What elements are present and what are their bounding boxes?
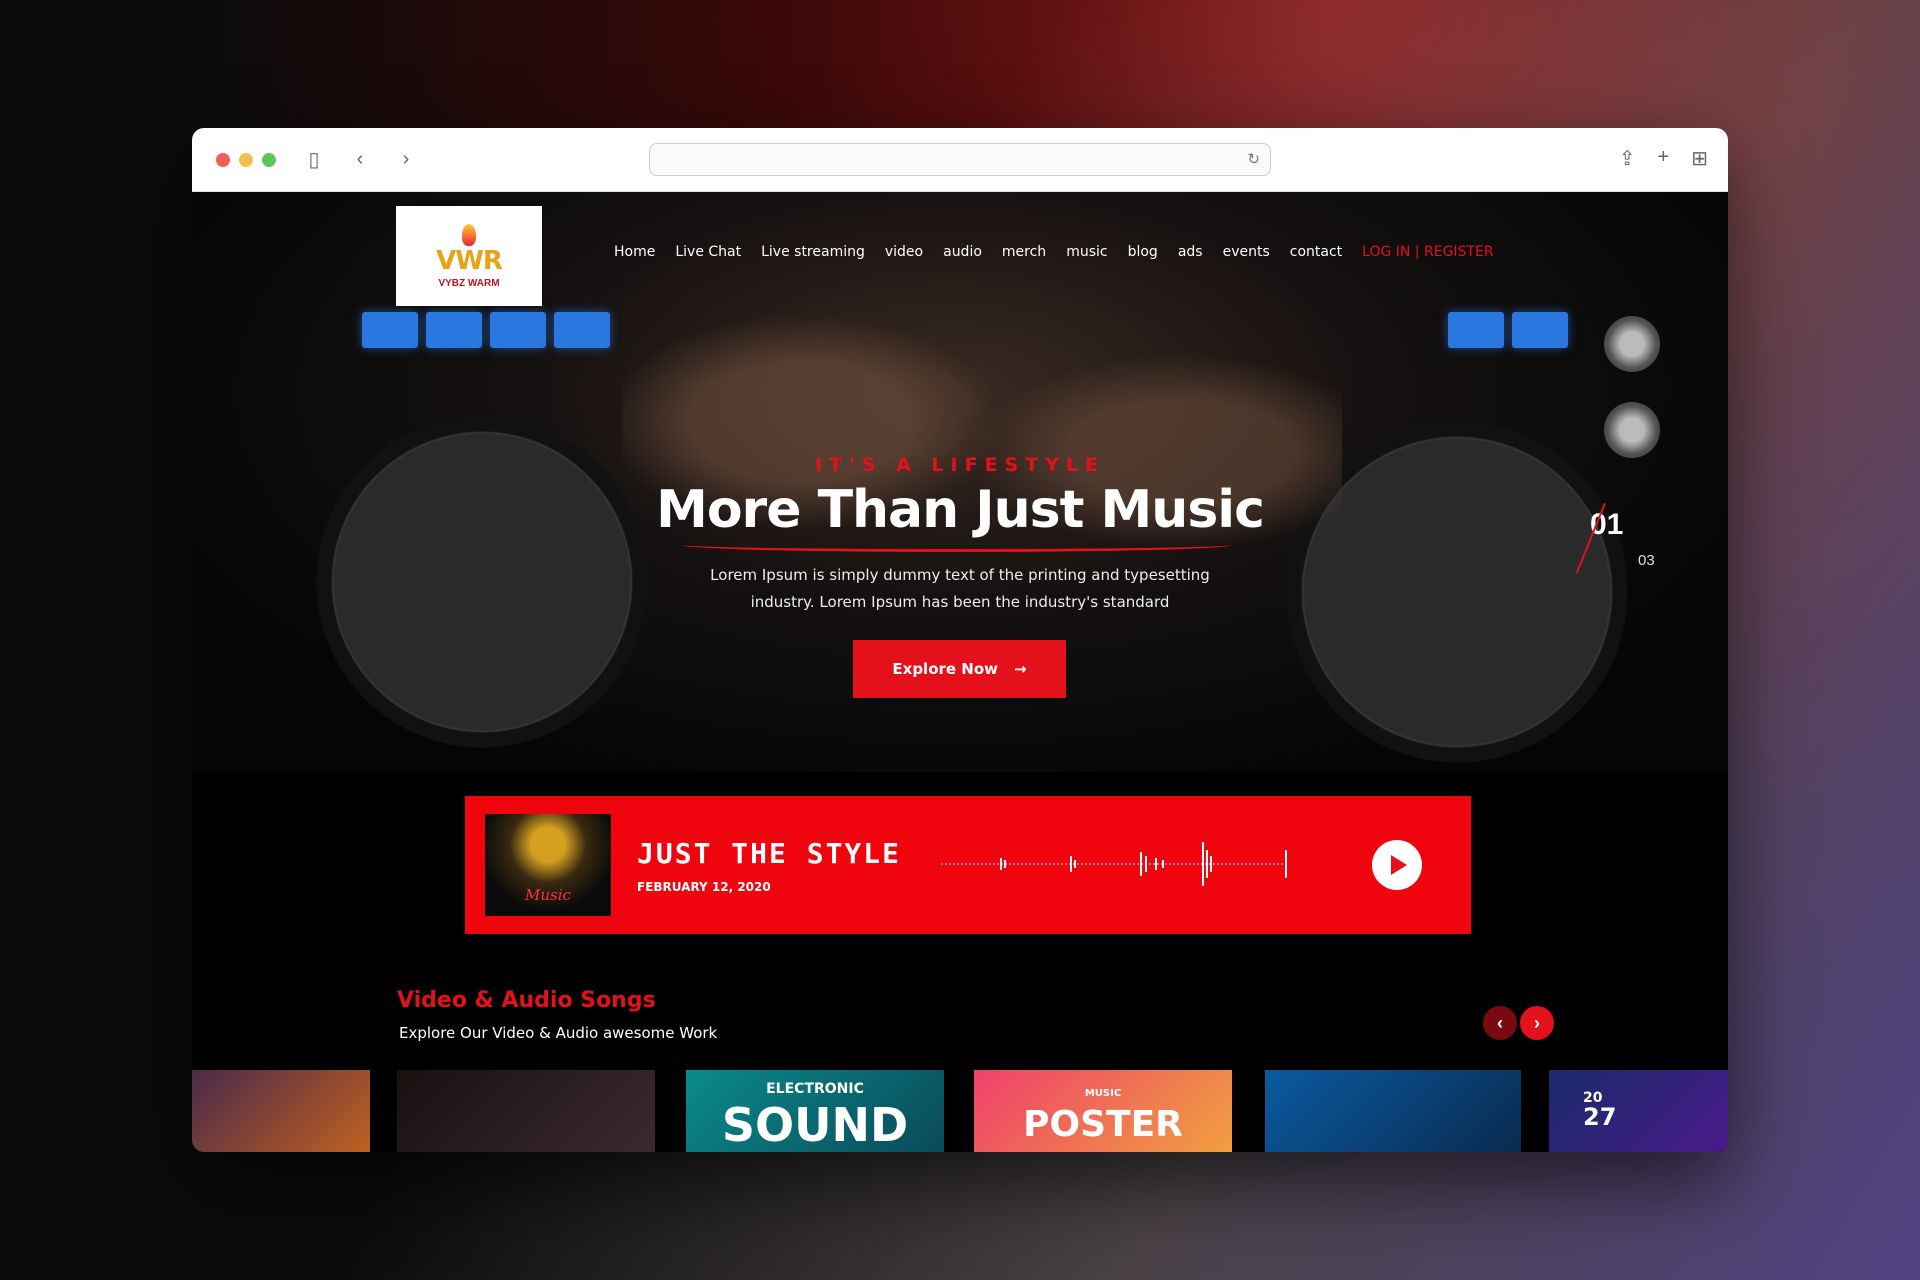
nav-blog[interactable]: blog	[1128, 244, 1158, 260]
slide-total: 03	[1638, 552, 1655, 569]
deck-pad	[362, 312, 418, 348]
audio-player: Music JUST THE STYLE FEBRUARY 12, 2020	[465, 796, 1471, 934]
nav-events[interactable]: events	[1223, 244, 1270, 260]
deck-pad	[1512, 312, 1568, 348]
tab-overview-icon[interactable]: ⊞	[1691, 146, 1708, 171]
left-platter	[332, 432, 632, 732]
arrow-right-icon: →	[1014, 660, 1027, 678]
window-controls	[216, 152, 276, 167]
nav-live-streaming[interactable]: Live streaming	[761, 244, 865, 260]
album-cover: Music	[485, 814, 611, 916]
title-underline	[682, 538, 1232, 552]
close-button[interactable]	[216, 152, 230, 167]
explore-now-label: Explore Now	[892, 660, 999, 678]
section-title: Video & Audio Songs	[397, 988, 656, 1013]
share-icon[interactable]: ⇪	[1619, 146, 1636, 171]
card-label: POSTER	[1023, 1104, 1183, 1145]
minimize-button[interactable]	[239, 152, 253, 167]
media-carousel: ELECTRONIC SOUND MUSIC POSTER 20 27	[192, 1070, 1728, 1152]
explore-now-button[interactable]: Explore Now →	[853, 640, 1066, 698]
new-tab-icon[interactable]: +	[1658, 146, 1670, 171]
deck-pad	[1448, 312, 1504, 348]
reload-icon[interactable]: ↻	[1247, 150, 1260, 168]
nav-video[interactable]: video	[885, 244, 923, 260]
media-card[interactable]	[1265, 1070, 1521, 1152]
waveform[interactable]	[941, 836, 1287, 892]
cover-text: Music	[525, 886, 571, 904]
media-card[interactable]	[192, 1070, 370, 1152]
browser-toolbar: ▯ ‹ › ↻ ⇪ + ⊞	[192, 128, 1728, 192]
sidebar-icon[interactable]: ▯	[300, 146, 328, 174]
browser-window: ▯ ‹ › ↻ ⇪ + ⊞ VWR VYBZ WARM Home Live Ch…	[192, 128, 1728, 1152]
address-bar[interactable]: ↻	[649, 143, 1271, 176]
carousel-next-button[interactable]: ›	[1520, 1006, 1554, 1040]
chevron-right-icon: ›	[1534, 1012, 1540, 1033]
nav-home[interactable]: Home	[614, 244, 655, 260]
media-card[interactable]: ELECTRONIC SOUND	[686, 1070, 944, 1152]
card-label: SOUND	[721, 1098, 909, 1152]
nav-audio[interactable]: audio	[943, 244, 982, 260]
nav-contact[interactable]: contact	[1290, 244, 1342, 260]
back-icon[interactable]: ‹	[346, 146, 374, 174]
carousel-prev-button[interactable]: ‹	[1483, 1006, 1517, 1040]
web-page: VWR VYBZ WARM Home Live Chat Live stream…	[192, 192, 1728, 1152]
card-sublabel: MUSIC	[1084, 1088, 1122, 1099]
play-icon	[1391, 855, 1407, 875]
hero-title: More Than Just Music	[656, 480, 1265, 540]
login-register-link[interactable]: LOG IN | REGISTER	[1362, 244, 1493, 260]
nav-music[interactable]: music	[1066, 244, 1107, 260]
nav-merch[interactable]: merch	[1002, 244, 1046, 260]
deck-knob	[1604, 402, 1660, 458]
section-subtitle: Explore Our Video & Audio awesome Work	[399, 1024, 718, 1042]
logo-mark: VWR	[436, 245, 503, 276]
site-logo[interactable]: VWR VYBZ WARM	[396, 206, 542, 306]
play-button[interactable]	[1372, 840, 1422, 890]
dj-hands-image	[622, 192, 1342, 712]
card-sublabel: ELECTRONIC	[766, 1081, 864, 1097]
flame-icon	[462, 223, 476, 246]
track-title: JUST THE STYLE	[637, 836, 902, 870]
media-card[interactable]: 20 27	[1549, 1070, 1728, 1152]
nav-ads[interactable]: ads	[1178, 244, 1203, 260]
track-info: JUST THE STYLE FEBRUARY 12, 2020	[637, 837, 901, 894]
chevron-left-icon: ‹	[1497, 1012, 1503, 1033]
card-label: 27	[1583, 1103, 1617, 1131]
maximize-button[interactable]	[262, 152, 276, 167]
nav-live-chat[interactable]: Live Chat	[675, 244, 741, 260]
hero-tagline: IT'S A LIFESTYLE	[814, 454, 1106, 476]
toolbar-actions: ⇪ + ⊞	[1619, 146, 1708, 171]
logo-text: VYBZ WARM	[438, 277, 500, 289]
forward-icon[interactable]: ›	[392, 146, 420, 174]
media-card[interactable]	[397, 1070, 655, 1152]
deck-knob	[1604, 316, 1660, 372]
media-card[interactable]: MUSIC POSTER	[974, 1070, 1232, 1152]
hero-banner: VWR VYBZ WARM Home Live Chat Live stream…	[192, 192, 1728, 772]
track-date: FEBRUARY 12, 2020	[637, 879, 771, 894]
deck-pad	[554, 312, 610, 348]
main-nav: Home Live Chat Live streaming video audi…	[614, 244, 1494, 260]
hero-description: Lorem Ipsum is simply dummy text of the …	[710, 566, 1210, 611]
deck-pad	[426, 312, 482, 348]
deck-pad	[490, 312, 546, 348]
